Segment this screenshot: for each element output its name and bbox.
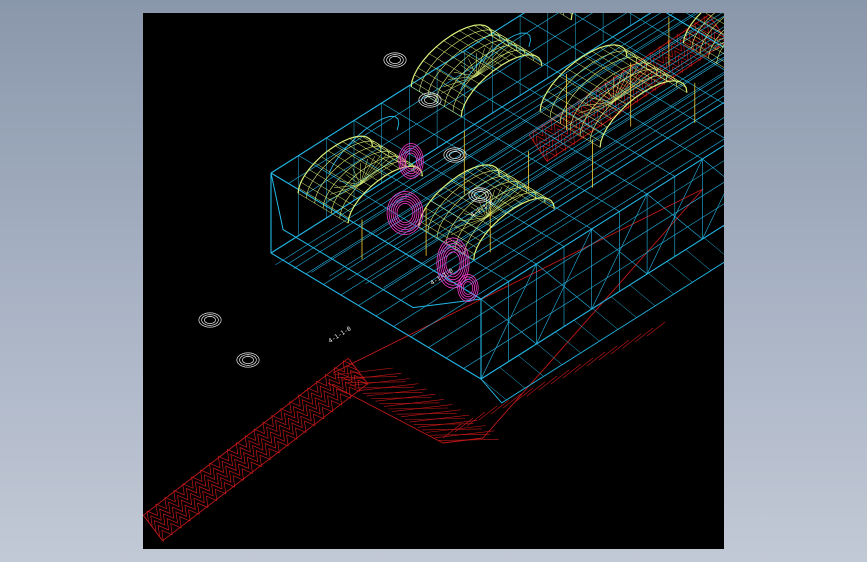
wireframe-drawing: 4-1-1-04-1-1-04-1-1-0 xyxy=(143,13,724,542)
part-label: 4-1-1-0 xyxy=(327,325,352,345)
ground-platform xyxy=(327,188,704,444)
cad-viewport[interactable]: 4-1-1-0 4-1-1-0 4-1-1-0 xyxy=(143,13,724,549)
